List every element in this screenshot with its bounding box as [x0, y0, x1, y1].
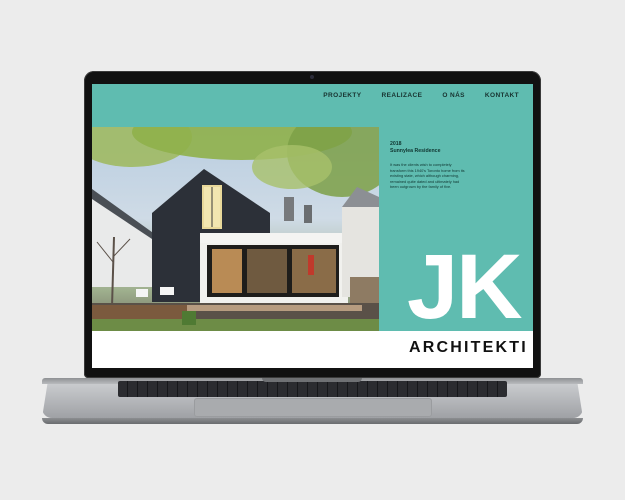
laptop-keyboard	[118, 381, 507, 397]
laptop-mockup: PROJEKTY REALIZACE O NÁS KONTAKT 2018 Su…	[0, 0, 625, 500]
laptop-foot	[42, 418, 583, 424]
main-nav: PROJEKTY REALIZACE O NÁS KONTAKT	[323, 92, 519, 99]
project-info: 2018 Sunnylea Residence It was the clien…	[390, 141, 468, 190]
logo-initials[interactable]: JK	[407, 241, 523, 333]
project-description: It was the clients wish to completely tr…	[390, 162, 465, 190]
project-title[interactable]: Sunnylea Residence	[390, 148, 468, 155]
nav-item-projekty[interactable]: PROJEKTY	[323, 92, 361, 99]
website-screen: PROJEKTY REALIZACE O NÁS KONTAKT 2018 Su…	[92, 84, 533, 368]
camera-icon	[310, 75, 314, 79]
laptop-hinge	[262, 378, 362, 382]
house-illustration	[92, 127, 379, 331]
logo-name[interactable]: ARCHITEKTI	[409, 339, 528, 357]
nav-item-realizace[interactable]: REALIZACE	[382, 92, 423, 99]
laptop-trackpad	[194, 398, 432, 417]
project-photo[interactable]	[92, 127, 379, 331]
nav-item-o-nas[interactable]: O NÁS	[442, 92, 465, 99]
nav-item-kontakt[interactable]: KONTAKT	[485, 92, 519, 99]
